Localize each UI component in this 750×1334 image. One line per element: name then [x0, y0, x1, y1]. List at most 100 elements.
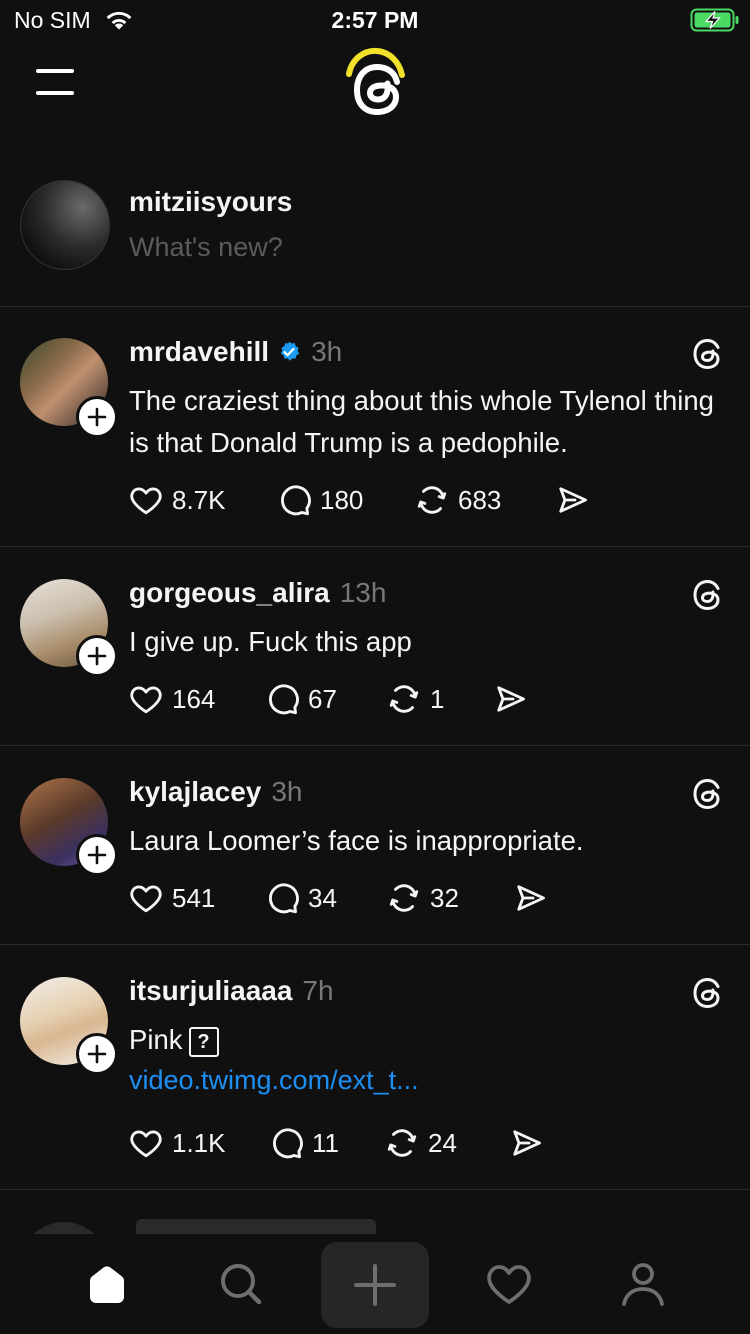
- repost-icon: [384, 1125, 420, 1161]
- follow-button[interactable]: [76, 635, 118, 677]
- post[interactable]: gorgeous_alira 13h I give up. Fuck this …: [0, 547, 750, 746]
- post-username[interactable]: gorgeous_alira: [129, 577, 330, 609]
- reply-count: 180: [320, 484, 364, 515]
- post-time: 3h: [271, 776, 303, 807]
- home-icon: [90, 1266, 124, 1303]
- search-icon: [221, 1264, 262, 1305]
- heart-icon: [128, 482, 164, 518]
- post-text: Laura Loomer’s face is inappropriate.: [129, 825, 584, 856]
- follow-button[interactable]: [76, 834, 118, 876]
- status-bar: No SIM 2:57 PM: [0, 0, 750, 40]
- tab-create[interactable]: [321, 1242, 429, 1328]
- tab-bar: [0, 1234, 750, 1334]
- repost-count: 1: [430, 683, 445, 714]
- tab-home[interactable]: [57, 1246, 157, 1322]
- battery-charging-icon: [690, 8, 739, 32]
- repost-count: 683: [458, 484, 502, 515]
- post-link[interactable]: video.twimg.com/ext_t...: [129, 1065, 419, 1096]
- profile-icon: [622, 1263, 664, 1306]
- share-icon: [554, 482, 590, 518]
- avatar: [20, 1222, 108, 1234]
- reply-bubble-icon: [276, 482, 312, 518]
- post-actions: 8.7K 180 683: [128, 480, 748, 520]
- post-actions: 1.1K 11 24: [128, 1123, 748, 1163]
- post-text: Pink?: [129, 1019, 729, 1061]
- loading-placeholder-bar: [136, 1219, 376, 1234]
- repost-button[interactable]: 24: [384, 1123, 457, 1163]
- tab-profile[interactable]: [593, 1246, 693, 1322]
- share-button[interactable]: [508, 1123, 552, 1163]
- threads-icon[interactable]: [688, 334, 728, 374]
- post[interactable]: mrdavehill 3h The craziest thing about t…: [0, 306, 750, 547]
- post[interactable]: kylajlacey 3h Laura Loomer’s face is ina…: [0, 746, 750, 945]
- like-count: 164: [172, 683, 216, 714]
- post-text: I give up. Fuck this app: [129, 626, 412, 657]
- share-icon: [512, 880, 548, 916]
- next-post-placeholder: [0, 1190, 750, 1234]
- like-count: 8.7K: [172, 484, 226, 515]
- reply-bubble-icon: [264, 681, 300, 717]
- share-button[interactable]: [554, 480, 598, 520]
- unknown-glyph-box: ?: [188, 1026, 219, 1057]
- reply-button[interactable]: 34: [264, 878, 337, 918]
- reply-button[interactable]: 180: [276, 480, 363, 520]
- tab-search[interactable]: [191, 1246, 291, 1322]
- like-button[interactable]: 8.7K: [128, 480, 226, 520]
- composer-placeholder[interactable]: What's new?: [129, 232, 283, 263]
- post-time: 13h: [339, 577, 387, 608]
- post[interactable]: itsurjuliaaaa 7h Pink? video.twimg.com/e…: [0, 945, 750, 1190]
- post-username[interactable]: mrdavehill: [129, 336, 269, 368]
- repost-button[interactable]: 1: [386, 679, 444, 719]
- like-count: 541: [172, 882, 216, 913]
- like-button[interactable]: 1.1K: [128, 1123, 226, 1163]
- share-icon: [508, 1125, 544, 1161]
- post-username[interactable]: itsurjuliaaaa: [129, 975, 292, 1007]
- activity-heart-icon: [487, 1265, 531, 1304]
- tab-activity[interactable]: [459, 1246, 559, 1322]
- heart-icon: [128, 1125, 164, 1161]
- heart-icon: [128, 880, 164, 916]
- repost-count: 32: [430, 882, 459, 913]
- reply-button[interactable]: 67: [264, 679, 337, 719]
- post-text: The craziest thing about this whole Tyle…: [129, 385, 714, 458]
- status-time: 2:57 PM: [331, 7, 419, 33]
- repost-button[interactable]: 32: [386, 878, 459, 918]
- post-header: itsurjuliaaaa 7h: [129, 975, 334, 1007]
- composer-username: mitziisyours: [129, 186, 293, 217]
- post-username[interactable]: kylajlacey: [129, 776, 261, 808]
- plus-icon: [87, 407, 107, 427]
- repost-icon: [386, 880, 422, 916]
- follow-button[interactable]: [76, 1033, 118, 1075]
- reply-button[interactable]: 11: [268, 1123, 339, 1163]
- like-count: 1.1K: [172, 1127, 226, 1158]
- repost-button[interactable]: 683: [414, 480, 501, 520]
- avatar[interactable]: [20, 180, 110, 270]
- post-header: mrdavehill 3h: [129, 336, 342, 368]
- plus-icon: [87, 1044, 107, 1064]
- new-thread-composer[interactable]: mitziisyours What's new?: [0, 170, 750, 307]
- post-text-content: Pink: [129, 1024, 183, 1055]
- share-button[interactable]: [512, 878, 556, 918]
- share-button[interactable]: [492, 679, 536, 719]
- follow-button[interactable]: [76, 396, 118, 438]
- threads-icon[interactable]: [688, 973, 728, 1013]
- reply-bubble-icon: [268, 1125, 304, 1161]
- like-button[interactable]: 541: [128, 878, 215, 918]
- reply-count: 67: [308, 683, 337, 714]
- plus-icon: [87, 646, 107, 666]
- post-actions: 164 67 1: [128, 679, 748, 719]
- threads-icon[interactable]: [688, 575, 728, 615]
- like-button[interactable]: 164: [128, 679, 215, 719]
- repost-icon: [414, 482, 450, 518]
- menu-icon[interactable]: [36, 67, 74, 97]
- repost-icon: [386, 681, 422, 717]
- threads-icon[interactable]: [688, 774, 728, 814]
- create-icon: [354, 1264, 396, 1306]
- post-time: 7h: [302, 975, 334, 1006]
- post-time: 3h: [311, 336, 343, 367]
- reply-bubble-icon: [264, 880, 300, 916]
- plus-icon: [87, 845, 107, 865]
- verified-badge-icon: [280, 341, 300, 361]
- post-actions: 541 34 32: [128, 878, 748, 918]
- threads-logo-icon[interactable]: [337, 44, 413, 120]
